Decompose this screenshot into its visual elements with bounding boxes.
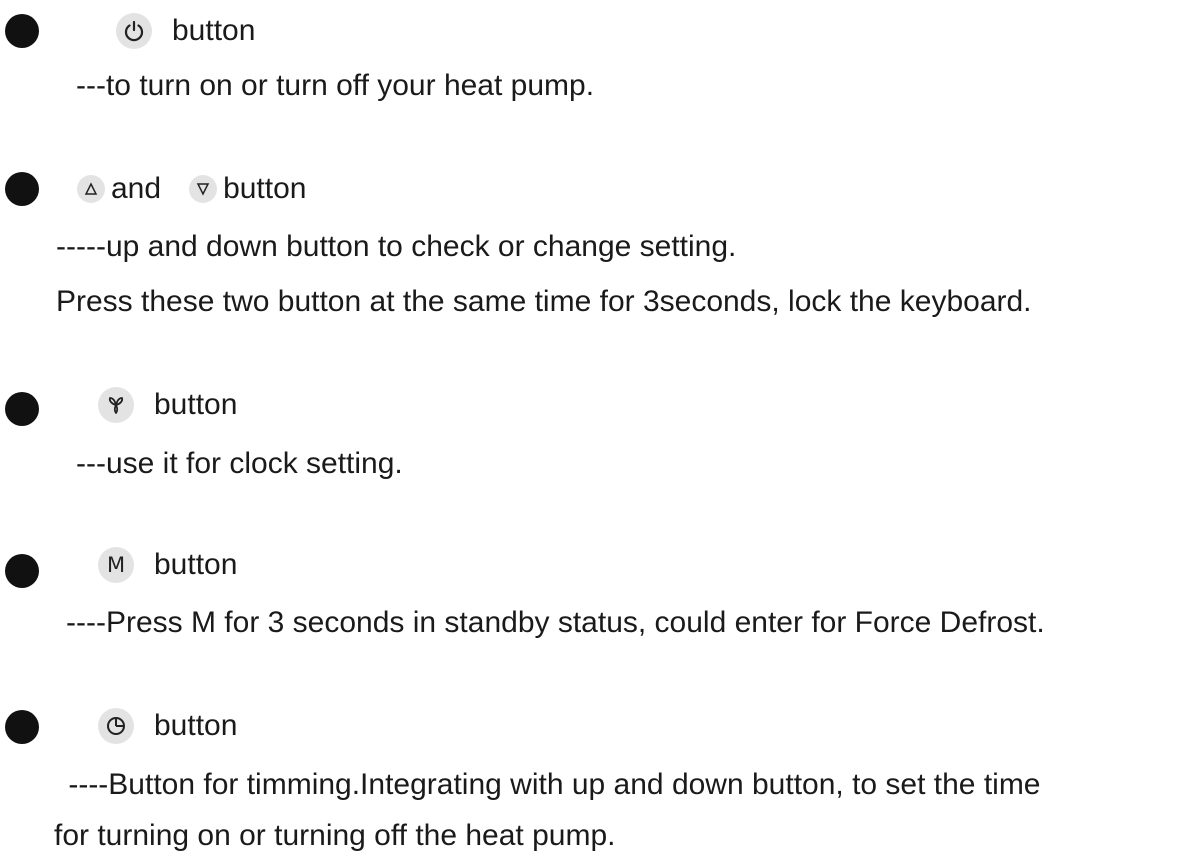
bullet-point: [5, 392, 39, 426]
button-word: button: [154, 709, 238, 742]
button-word: button: [154, 388, 238, 421]
description-line: ----Button for timming.Integrating with …: [60, 768, 1041, 801]
clock-icon: [98, 708, 134, 744]
description-line: ---use it for clock setting.: [76, 447, 403, 480]
bullet-point: [5, 554, 39, 588]
fan-icon: [98, 387, 134, 423]
bullet-point: [5, 14, 39, 48]
updown-button-heading: and button: [77, 171, 306, 207]
description-line: -----up and down button to check or chan…: [56, 230, 737, 263]
mode-button-heading: M button: [98, 547, 237, 583]
and-word: and: [111, 172, 162, 205]
bullet-point: [5, 710, 39, 744]
power-icon: [116, 13, 152, 49]
bullet-point: [5, 172, 39, 206]
button-word: button: [223, 172, 307, 205]
fan-button-heading: button: [98, 387, 237, 423]
button-word: button: [154, 548, 238, 581]
description-line: ----Press M for 3 seconds in standby sta…: [66, 606, 1045, 639]
down-arrow-icon: [189, 175, 218, 203]
description-line: Press these two button at the same time …: [56, 285, 1032, 318]
button-word: button: [172, 14, 256, 47]
up-arrow-icon: [77, 175, 105, 203]
timer-button-heading: button: [98, 708, 237, 744]
mode-icon: M: [98, 547, 134, 583]
description-line: ---to turn on or turn off your heat pump…: [76, 69, 595, 102]
power-button-heading: button: [116, 13, 255, 49]
